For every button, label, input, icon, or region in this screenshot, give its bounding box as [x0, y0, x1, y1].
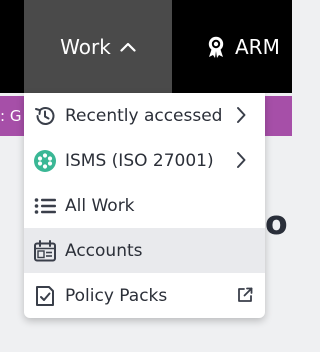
menu-item-accounts[interactable]: Accounts — [24, 228, 265, 273]
award-ribbon-icon — [208, 36, 224, 58]
chevron-right-icon — [231, 105, 251, 125]
menu-item-label: Policy Packs — [65, 285, 168, 306]
work-dropdown-menu: Recently accessed ISMS (ISO 27001) All W… — [24, 93, 265, 318]
menu-item-policy-packs[interactable]: Policy Packs — [24, 273, 265, 318]
history-icon — [32, 103, 58, 129]
top-navigation-bar: Work ARM — [0, 0, 292, 93]
accounts-calendar-icon — [32, 238, 58, 264]
list-icon — [32, 193, 58, 219]
nav-work-label: Work — [60, 34, 111, 59]
menu-item-all-work[interactable]: All Work — [24, 183, 265, 228]
external-link-icon — [235, 285, 255, 305]
menu-item-label: Recently accessed — [65, 105, 223, 126]
menu-item-label: All Work — [65, 195, 135, 216]
chevron-up-icon — [120, 42, 136, 52]
isms-icon — [32, 148, 58, 174]
nav-arm-label: ARM — [235, 35, 280, 59]
menu-item-label: ISMS (ISO 27001) — [65, 150, 214, 171]
policy-checklist-icon — [32, 283, 58, 309]
page-heading-fragment: o — [265, 203, 288, 242]
menu-item-label: Accounts — [65, 240, 143, 261]
nav-arm-button[interactable]: ARM — [206, 32, 280, 62]
chevron-right-icon — [231, 150, 251, 170]
nav-work-button[interactable]: Work — [24, 0, 172, 93]
menu-item-isms[interactable]: ISMS (ISO 27001) — [24, 138, 265, 183]
menu-item-recently-accessed[interactable]: Recently accessed — [24, 93, 265, 138]
